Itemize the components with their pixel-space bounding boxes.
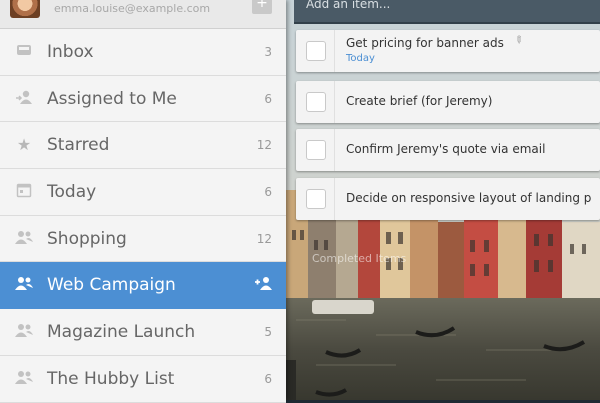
divider [334,129,335,171]
sidebar-item-magazine-launch[interactable]: Magazine Launch 5 [0,309,286,356]
sidebar-item-label: Today [47,181,97,202]
people-icon [14,369,34,389]
sidebar-item-label: Magazine Launch [47,321,196,342]
sidebar-item-count: 5 [264,324,272,339]
sidebar-item-starred[interactable]: ★ Starred 12 [0,122,286,170]
task-checkbox[interactable] [306,92,326,112]
sidebar-item-shopping[interactable]: Shopping 12 [0,215,286,263]
divider [334,178,335,220]
pin-icon: ✎ [511,33,526,48]
divider [334,81,335,123]
people-icon [14,322,34,342]
sidebar-item-count: 12 [256,231,272,246]
sidebar-item-count: 6 [264,184,272,199]
task-checkbox[interactable] [306,140,326,160]
avatar[interactable] [10,0,40,18]
sidebar-item-label: Assigned to Me [47,88,177,109]
task-title: Confirm Jeremy's quote via email [346,142,546,156]
star-icon: ★ [16,135,32,155]
sidebar-item-count: 6 [264,91,272,106]
sidebar-item-assigned-to-me[interactable]: Assigned to Me 6 [0,75,286,123]
account-bar: emma.louise@example.com + [0,0,286,29]
sidebar-item-the-hubby-list[interactable]: The Hubby List 6 [0,355,286,403]
task-item[interactable]: Decide on responsive layout of landing p [296,178,600,220]
task-title: Decide on responsive layout of landing p [346,191,592,205]
people-icon [14,229,34,249]
sidebar-item-count: 6 [264,371,272,386]
task-checkbox[interactable] [306,41,326,61]
sidebar-item-web-campaign[interactable]: Web Campaign [0,262,286,310]
task-item[interactable]: Confirm Jeremy's quote via email [296,129,600,171]
task-item[interactable]: Get pricing for banner ads ✎ Today [296,30,600,72]
sidebar-item-label: Inbox [47,41,94,62]
sidebar-item-count: 3 [264,44,272,59]
sidebar-item-today[interactable]: Today 6 [0,169,286,216]
task-checkbox[interactable] [306,189,326,209]
completed-items-toggle[interactable]: Completed Items [312,252,406,265]
add-item-input[interactable] [304,0,588,12]
sidebar-item-label: Shopping [47,228,127,249]
divider [334,30,335,72]
sidebar-item-label: The Hubby List [47,368,175,389]
inbox-icon [14,42,34,62]
sidebar-item-count: 12 [256,138,272,153]
sidebar: emma.louise@example.com + Inbox 3 Assign… [0,0,286,403]
add-list-button[interactable]: + [252,0,272,14]
sidebar-item-label: Web Campaign [47,275,176,296]
sidebar-item-inbox[interactable]: Inbox 3 [0,29,286,76]
task-title: Create brief (for Jeremy) [346,94,493,108]
people-icon [14,275,34,295]
person-icon [14,89,34,109]
share-list-icon[interactable] [254,275,274,295]
task-title: Get pricing for banner ads [346,36,504,50]
task-due-date: Today [346,53,375,64]
calendar-icon [14,182,34,202]
add-item-bar [294,0,600,24]
account-email: emma.louise@example.com [54,2,211,15]
sidebar-item-label: Starred [47,135,110,156]
task-item[interactable]: Create brief (for Jeremy) [296,81,600,123]
